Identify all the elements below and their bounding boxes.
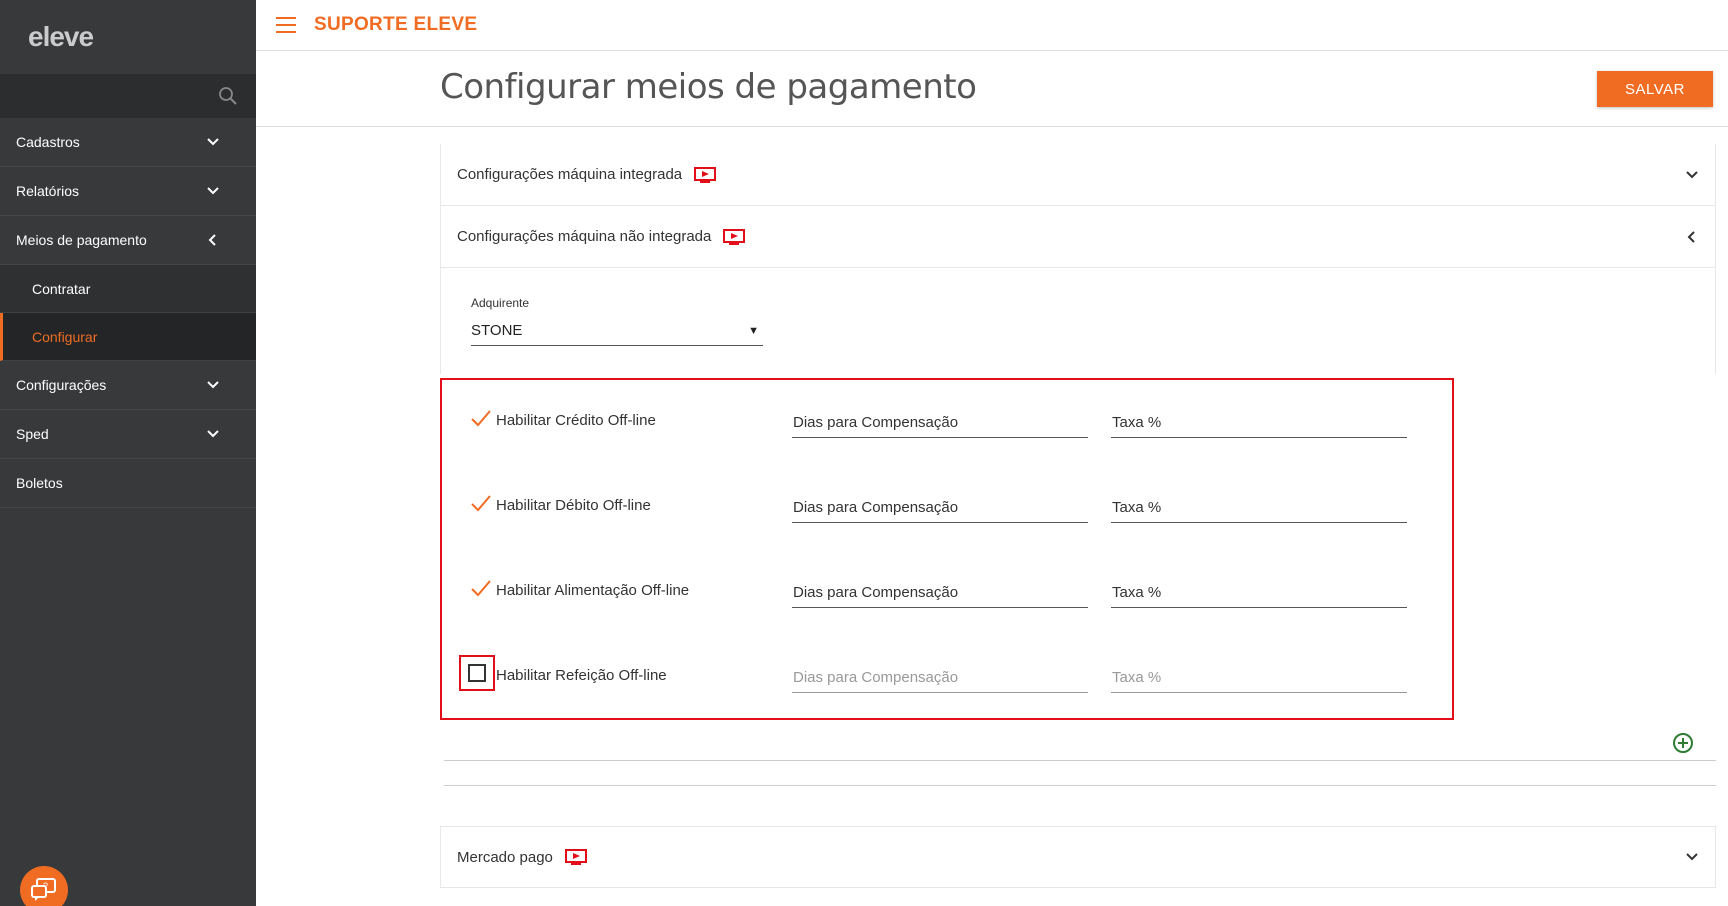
sidebar-item-label: Relatórios — [16, 183, 80, 199]
sidebar-subitem-contratar[interactable]: Contratar — [0, 265, 256, 313]
sidebar-item-label: Configurar — [32, 328, 98, 345]
acquirer-value: STONE — [471, 322, 523, 339]
sidebar-item-boletos[interactable]: Boletos — [0, 459, 256, 508]
chat-support-button[interactable]: ? — [20, 866, 68, 906]
sidebar-item-cadastros[interactable]: Cadastros — [0, 118, 256, 167]
chat-icon: ? — [31, 878, 56, 901]
checkmark-icon[interactable] — [470, 493, 492, 515]
logo-text: eleve — [28, 21, 94, 52]
fee-field[interactable]: Taxa % — [1111, 580, 1407, 608]
logo: eleve — [0, 0, 256, 74]
chevron-left-icon[interactable] — [1685, 230, 1699, 244]
sidebar-search[interactable] — [0, 74, 256, 118]
sidebar-item-relatorios[interactable]: Relatórios — [0, 167, 256, 216]
divider — [444, 785, 1716, 786]
accordion-title: Mercado pago — [457, 848, 553, 866]
chevron-down-icon — [207, 187, 219, 195]
chevron-down-icon — [207, 138, 219, 146]
days-field[interactable]: Dias para Compensação — [792, 495, 1088, 523]
divider — [444, 760, 1716, 761]
sidebar-item-label: Cadastros — [16, 134, 80, 150]
accordion-panel: Configurações máquina integrada Configur… — [440, 144, 1716, 374]
accordion-mercado-pago[interactable]: Mercado pago — [440, 826, 1716, 888]
sidebar-item-label: Contratar — [32, 280, 91, 297]
offline-label: Habilitar Refeição Off-line — [496, 667, 667, 684]
accordion-title: Configurações máquina integrada — [457, 166, 683, 183]
topbar: SUPORTE ELEVE — [256, 0, 1728, 51]
video-play-icon[interactable] — [564, 849, 587, 865]
accordion-integrated[interactable]: Configurações máquina integrada — [441, 144, 1715, 206]
dropdown-arrow-icon: ▼ — [748, 324, 759, 337]
days-field[interactable]: Dias para Compensação — [792, 410, 1088, 438]
offline-row-refeicao: Habilitar Refeição Off-line Dias para Co… — [459, 653, 1446, 693]
sidebar: eleve Cadastros Relatórios Meios de paga… — [0, 0, 256, 906]
page-title: Configurar meios de pagamento — [440, 67, 977, 107]
search-icon[interactable] — [218, 86, 238, 106]
sidebar-item-label: Boletos — [16, 475, 63, 491]
checkmark-icon[interactable] — [470, 408, 492, 430]
fee-field[interactable]: Taxa % — [1111, 665, 1407, 693]
days-field[interactable]: Dias para Compensação — [792, 580, 1088, 608]
fee-field[interactable]: Taxa % — [1111, 495, 1407, 523]
page-header: Configurar meios de pagamento SALVAR — [256, 51, 1728, 127]
chevron-down-icon[interactable] — [1685, 168, 1699, 182]
video-play-icon[interactable] — [694, 166, 717, 183]
offline-row-credito: Habilitar Crédito Off-line Dias para Com… — [466, 398, 1446, 438]
refeicao-checkbox[interactable] — [468, 664, 486, 682]
acquirer-section: Adquirente STONE ▼ — [441, 268, 1715, 374]
checkmark-icon[interactable] — [470, 578, 492, 600]
add-circle-icon[interactable] — [1672, 732, 1694, 754]
chevron-down-icon — [207, 430, 219, 438]
offline-options-box: Habilitar Crédito Off-line Dias para Com… — [440, 378, 1454, 720]
days-field[interactable]: Dias para Compensação — [792, 665, 1088, 693]
sidebar-item-meios-de-pagamento[interactable]: Meios de pagamento — [0, 216, 256, 265]
accordion-title: Configurações máquina não integrada — [457, 228, 712, 245]
sidebar-item-label: Configurações — [16, 377, 107, 393]
sidebar-item-sped[interactable]: Sped — [0, 410, 256, 459]
video-play-icon[interactable] — [723, 228, 746, 245]
sidebar-item-label: Meios de pagamento — [16, 232, 147, 248]
sidebar-subitem-configurar[interactable]: Configurar — [0, 313, 256, 361]
acquirer-label: Adquirente — [471, 296, 530, 310]
offline-row-debito: Habilitar Débito Off-line Dias para Comp… — [466, 483, 1446, 523]
content: Configurações máquina integrada Configur… — [440, 144, 1716, 888]
chevron-down-icon — [207, 381, 219, 389]
offline-label: Habilitar Crédito Off-line — [496, 412, 656, 429]
svg-text:?: ? — [43, 881, 48, 891]
fee-field[interactable]: Taxa % — [1111, 410, 1407, 438]
chevron-down-icon[interactable] — [1685, 850, 1699, 864]
offline-row-alimentacao: Habilitar Alimentação Off-line Dias para… — [466, 568, 1446, 608]
chevron-left-icon — [208, 234, 216, 246]
offline-label: Habilitar Alimentação Off-line — [496, 582, 690, 599]
accordion-non-integrated[interactable]: Configurações máquina não integrada — [441, 206, 1715, 268]
offline-label: Habilitar Débito Off-line — [496, 497, 651, 514]
app-title: SUPORTE ELEVE — [314, 14, 478, 35]
sidebar-item-label: Sped — [16, 426, 49, 442]
menu-icon[interactable] — [276, 17, 296, 33]
save-button[interactable]: SALVAR — [1597, 71, 1713, 107]
sidebar-item-configuracoes[interactable]: Configurações — [0, 361, 256, 410]
acquirer-select[interactable]: STONE ▼ — [471, 316, 763, 346]
